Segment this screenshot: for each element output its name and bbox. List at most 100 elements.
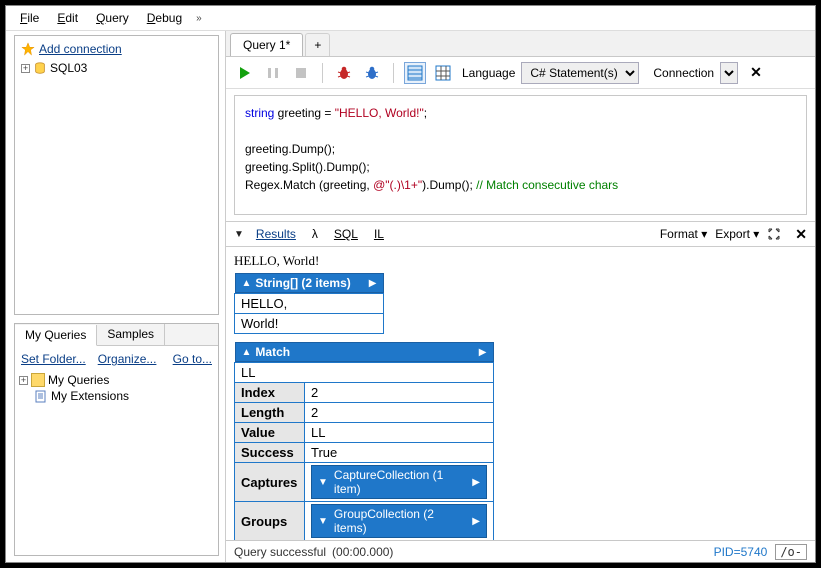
chevron-right-icon: ▶ — [472, 516, 480, 527]
menu-query[interactable]: Query — [88, 9, 137, 27]
file-icon — [35, 390, 48, 403]
format-dropdown[interactable]: Format ▾ — [660, 227, 707, 241]
close-query-button[interactable]: ✕ — [750, 64, 762, 81]
tab-il[interactable]: IL — [370, 225, 388, 243]
prop-value: ▼ CaptureCollection (1 item) ▶ — [305, 463, 494, 502]
folder-my-queries[interactable]: + My Queries — [19, 372, 216, 388]
capture-collection-expander[interactable]: ▼ CaptureCollection (1 item) ▶ — [311, 465, 487, 499]
main-area: Query 1* + — [226, 31, 815, 562]
queries-panel: My Queries Samples Set Folder... Organiz… — [14, 323, 219, 556]
status-pid: PID=5740 — [714, 545, 768, 559]
toolbar-separator — [322, 63, 323, 83]
results-pane[interactable]: HELLO, World! ▲ String[] (2 items) ▶ HEL… — [226, 247, 815, 540]
status-text: Query successful — [234, 545, 326, 559]
results-rich-button[interactable] — [404, 62, 426, 84]
toolbar-separator — [393, 63, 394, 83]
prop-key: Groups — [235, 502, 305, 541]
stop-icon — [293, 65, 309, 81]
prop-value: ▼ GroupCollection (2 items) ▶ — [305, 502, 494, 541]
play-icon — [237, 65, 253, 81]
connection-select[interactable] — [720, 62, 738, 84]
tab-lambda[interactable]: λ — [308, 225, 322, 243]
goto-link[interactable]: Go to... — [173, 352, 212, 366]
query-tabstrip: Query 1* + — [226, 31, 815, 57]
string-array-header[interactable]: ▲ String[] (2 items) ▶ — [235, 273, 384, 293]
menu-debug[interactable]: Debug — [139, 9, 190, 27]
app-window: File Edit Query Debug » Add connection + — [5, 5, 816, 563]
dump-match: ▲ Match ▶ LL Index2 Length2 ValueLL Succ… — [234, 342, 494, 540]
collapse-results-icon[interactable]: ▼ — [234, 229, 244, 240]
prop-value: True — [305, 443, 494, 463]
tab-results[interactable]: Results — [252, 225, 300, 243]
optimize-toggle[interactable]: /o- — [775, 544, 807, 560]
dump-string-array: ▲ String[] (2 items) ▶ HELLO, World! — [234, 273, 384, 334]
connection-tree-item[interactable]: + SQL03 — [21, 60, 214, 76]
chevron-right-icon: ▶ — [369, 278, 377, 289]
menu-overflow-icon[interactable]: » — [196, 13, 202, 24]
connections-panel: Add connection + SQL03 — [14, 35, 219, 315]
prop-key: Captures — [235, 463, 305, 502]
results-tabbar: ▼ Results λ SQL IL Format ▾ Export ▾ ✕ — [226, 221, 815, 247]
left-sidebar: Add connection + SQL03 My Queries Sample… — [6, 31, 226, 562]
file-label: My Extensions — [51, 389, 129, 403]
status-bar: Query successful (00:00.000) PID=5740 /o… — [226, 540, 815, 562]
match-preview-cell: LL — [235, 363, 494, 383]
add-connection-icon — [21, 42, 35, 56]
group-collection-expander[interactable]: ▼ GroupCollection (2 items) ▶ — [311, 504, 487, 538]
bug-red-button[interactable] — [333, 62, 355, 84]
add-connection-link[interactable]: Add connection — [39, 42, 122, 56]
expand-results-icon[interactable] — [767, 227, 781, 241]
chevron-right-icon: ▶ — [472, 477, 480, 488]
prop-value: LL — [305, 423, 494, 443]
prop-key: Index — [235, 383, 305, 403]
database-icon — [33, 61, 47, 75]
collapse-icon: ▲ — [242, 278, 252, 289]
folder-label: My Queries — [48, 373, 109, 387]
grid-plain-icon — [435, 65, 451, 81]
horizontal-splitter[interactable] — [14, 315, 219, 323]
tab-sql[interactable]: SQL — [330, 225, 362, 243]
table-cell: HELLO, — [235, 294, 384, 314]
tab-query-1[interactable]: Query 1* — [230, 33, 303, 56]
prop-key: Success — [235, 443, 305, 463]
tab-new-query[interactable]: + — [305, 33, 330, 56]
menu-file[interactable]: File — [12, 9, 47, 27]
run-button[interactable] — [234, 62, 256, 84]
collapse-icon: ▲ — [242, 347, 252, 358]
export-dropdown[interactable]: Export ▾ — [715, 227, 759, 241]
set-folder-link[interactable]: Set Folder... — [21, 352, 86, 366]
bug-icon — [336, 65, 352, 81]
grid-rich-icon — [407, 65, 423, 81]
bug-blue-button[interactable] — [361, 62, 383, 84]
bug-icon — [364, 65, 380, 81]
chevron-down-icon: ▼ — [318, 477, 328, 488]
chevron-down-icon: ▼ — [318, 516, 328, 527]
expand-toggle-icon[interactable]: + — [19, 376, 28, 385]
close-results-button[interactable]: ✕ — [795, 226, 807, 243]
organize-link[interactable]: Organize... — [98, 352, 157, 366]
match-header[interactable]: ▲ Match ▶ — [235, 342, 494, 362]
tab-my-queries[interactable]: My Queries — [15, 325, 97, 346]
table-cell: World! — [235, 314, 384, 334]
prop-key: Length — [235, 403, 305, 423]
stop-button[interactable] — [290, 62, 312, 84]
tab-samples[interactable]: Samples — [97, 324, 165, 345]
chevron-right-icon: ▶ — [479, 347, 487, 358]
pause-icon — [265, 65, 281, 81]
code-editor[interactable]: string greeting = "HELLO, World!"; greet… — [234, 95, 807, 215]
connection-label: SQL03 — [50, 61, 87, 75]
dump-greeting: HELLO, World! — [234, 253, 807, 269]
expand-toggle-icon[interactable]: + — [21, 64, 30, 73]
results-grid-button[interactable] — [432, 62, 454, 84]
menu-edit[interactable]: Edit — [49, 9, 86, 27]
file-my-extensions[interactable]: My Extensions — [35, 388, 216, 404]
connection-label: Connection — [653, 66, 714, 80]
pause-button[interactable] — [262, 62, 284, 84]
prop-value: 2 — [305, 403, 494, 423]
queries-tabstrip: My Queries Samples — [15, 324, 218, 346]
prop-value: 2 — [305, 383, 494, 403]
queries-tree: + My Queries My Extensions — [15, 368, 218, 555]
language-select[interactable]: C# Statement(s) — [521, 62, 639, 84]
language-label: Language — [462, 66, 515, 80]
status-time: (00:00.000) — [332, 545, 393, 559]
